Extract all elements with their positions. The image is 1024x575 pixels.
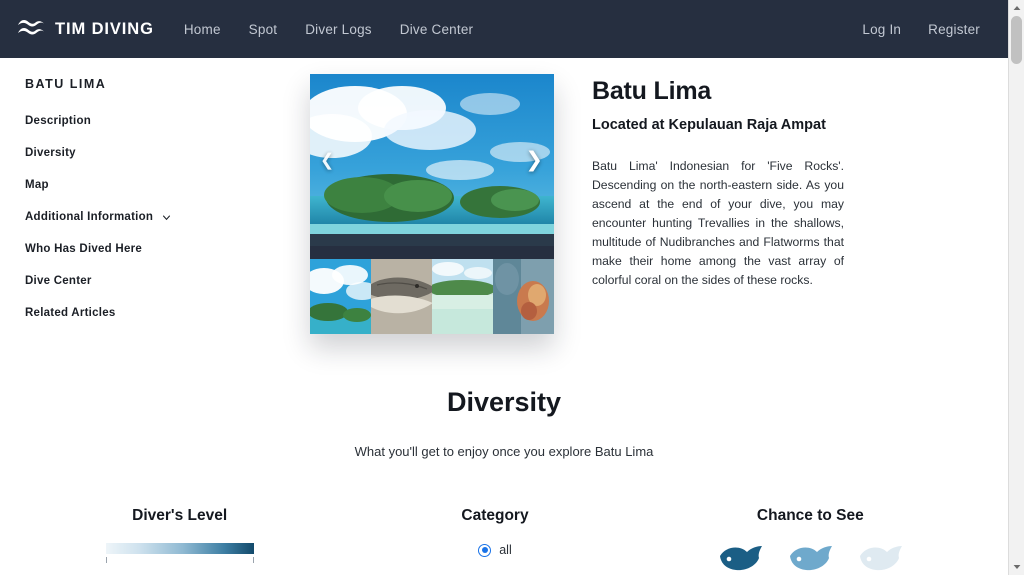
page-title: Batu Lima — [592, 77, 712, 105]
category-column: Category all — [337, 507, 652, 573]
level-tick — [105, 557, 107, 563]
page-viewport: TIM DIVING Home Spot Diver Logs Dive Cen… — [0, 0, 1008, 575]
diversity-subtitle: What you'll get to enjoy once you explor… — [354, 444, 654, 459]
sidebar-item-dive-center[interactable]: Dive Center — [25, 275, 92, 287]
diversity-title: Diversity — [446, 387, 562, 417]
spot-location: Located at Kepulauan Raja Ampat — [592, 116, 826, 133]
sidebar-item-diversity[interactable]: Diversity — [25, 147, 76, 159]
sidebar: BATU LIMA Description Diversity Map Addi… — [0, 74, 310, 339]
sidebar-item-additional-information[interactable]: Additional Information — [25, 211, 171, 223]
sidebar-item-description[interactable]: Description — [25, 115, 91, 127]
thumbnail-shallow-reef[interactable] — [432, 259, 493, 334]
sidebar-item-who-has-dived-here[interactable]: Who Has Dived Here — [25, 243, 142, 255]
top-navigation-bar: TIM DIVING Home Spot Diver Logs Dive Cen… — [0, 0, 1008, 58]
shallow-reef-thumb-image — [432, 259, 493, 334]
fish-thumb-image — [371, 259, 432, 334]
diver-coral-thumb-image — [493, 259, 554, 334]
chance-to-see-column: Chance to See — [653, 507, 968, 573]
sidebar-item-label: Related Articles — [25, 307, 116, 319]
hero-image[interactable]: ❮ ❯ — [310, 74, 554, 246]
thumbnail-island[interactable] — [310, 259, 371, 334]
nav-auth-group: Log In Register — [862, 22, 994, 37]
chance-to-see-heading: Chance to See — [756, 507, 864, 524]
divers-level-gradient-bar[interactable] — [105, 543, 254, 554]
login-link[interactable]: Log In — [862, 22, 901, 37]
carousel-prev-button[interactable]: ❮ — [320, 152, 334, 169]
sidebar-item-related-articles[interactable]: Related Articles — [25, 307, 116, 319]
diversity-columns: Diver's Level Category all Chance to See — [0, 507, 1008, 573]
brand-name: TIM DIVING — [55, 19, 154, 38]
nav-link-spot[interactable]: Spot — [249, 22, 278, 37]
radio-indicator[interactable] — [478, 543, 492, 557]
category-heading: Category — [461, 507, 529, 524]
divers-level-heading: Diver's Level — [132, 507, 228, 524]
chance-to-see-icons — [653, 543, 968, 573]
sidebar-item-label: Who Has Dived Here — [25, 243, 142, 255]
scrollbar-thumb[interactable] — [1011, 16, 1022, 64]
brand-logo-group[interactable]: TIM DIVING — [16, 18, 154, 40]
fish-icon-low — [860, 546, 903, 571]
spot-content: ❮ ❯ Batu Lima Located at Kepulauan Raja … — [310, 74, 1008, 334]
sidebar-item-map[interactable]: Map — [25, 179, 49, 191]
gallery-divider — [310, 246, 554, 259]
sidebar-item-label: Map — [25, 179, 49, 191]
fish-icon-high — [720, 546, 763, 571]
scroll-down-arrow-icon[interactable] — [1009, 559, 1024, 575]
island-thumb-image — [310, 259, 371, 334]
nav-link-dive-center[interactable]: Dive Center — [400, 22, 473, 37]
nav-links: Home Spot Diver Logs Dive Center — [184, 22, 473, 37]
nav-link-home[interactable]: Home — [184, 22, 221, 37]
chevron-down-icon — [163, 214, 171, 220]
page-scrollbar[interactable] — [1008, 0, 1024, 575]
scroll-up-arrow-icon[interactable] — [1009, 0, 1024, 16]
thumbnail-diver-coral[interactable] — [493, 259, 554, 334]
divers-level-ticks — [105, 557, 254, 563]
page-body: BATU LIMA Description Diversity Map Addi… — [0, 58, 1008, 339]
scroll-down-glyph — [1013, 565, 1020, 569]
carousel-next-button[interactable]: ❯ — [525, 150, 543, 171]
sidebar-item-label: Additional Information — [25, 211, 154, 223]
category-radio-all[interactable]: all — [337, 543, 652, 557]
nav-link-diver-logs[interactable]: Diver Logs — [305, 22, 372, 37]
scroll-up-glyph — [1013, 6, 1020, 10]
level-tick — [252, 557, 254, 563]
fish-icon-medium — [790, 546, 833, 571]
thumbnail-strip — [310, 259, 554, 334]
category-option-label: all — [499, 543, 512, 557]
spot-description-text: Batu Lima' Indonesian for 'Five Rocks'. … — [592, 159, 844, 287]
sidebar-item-label: Diversity — [25, 147, 76, 159]
image-gallery-card: ❮ ❯ — [310, 74, 554, 334]
island-photo — [310, 74, 554, 246]
sidebar-item-label: Dive Center — [25, 275, 92, 287]
register-link[interactable]: Register — [928, 22, 980, 37]
wave-logo-icon — [18, 20, 44, 35]
spot-description-block: Batu Lima Located at Kepulauan Raja Ampa… — [592, 74, 844, 334]
sidebar-item-label: Description — [25, 115, 92, 127]
sidebar-title: BATU LIMA — [25, 77, 107, 91]
thumbnail-fish[interactable] — [371, 259, 432, 334]
divers-level-column: Diver's Level — [22, 507, 337, 573]
diversity-section: Diversity What you'll get to enjoy once … — [0, 387, 1008, 573]
